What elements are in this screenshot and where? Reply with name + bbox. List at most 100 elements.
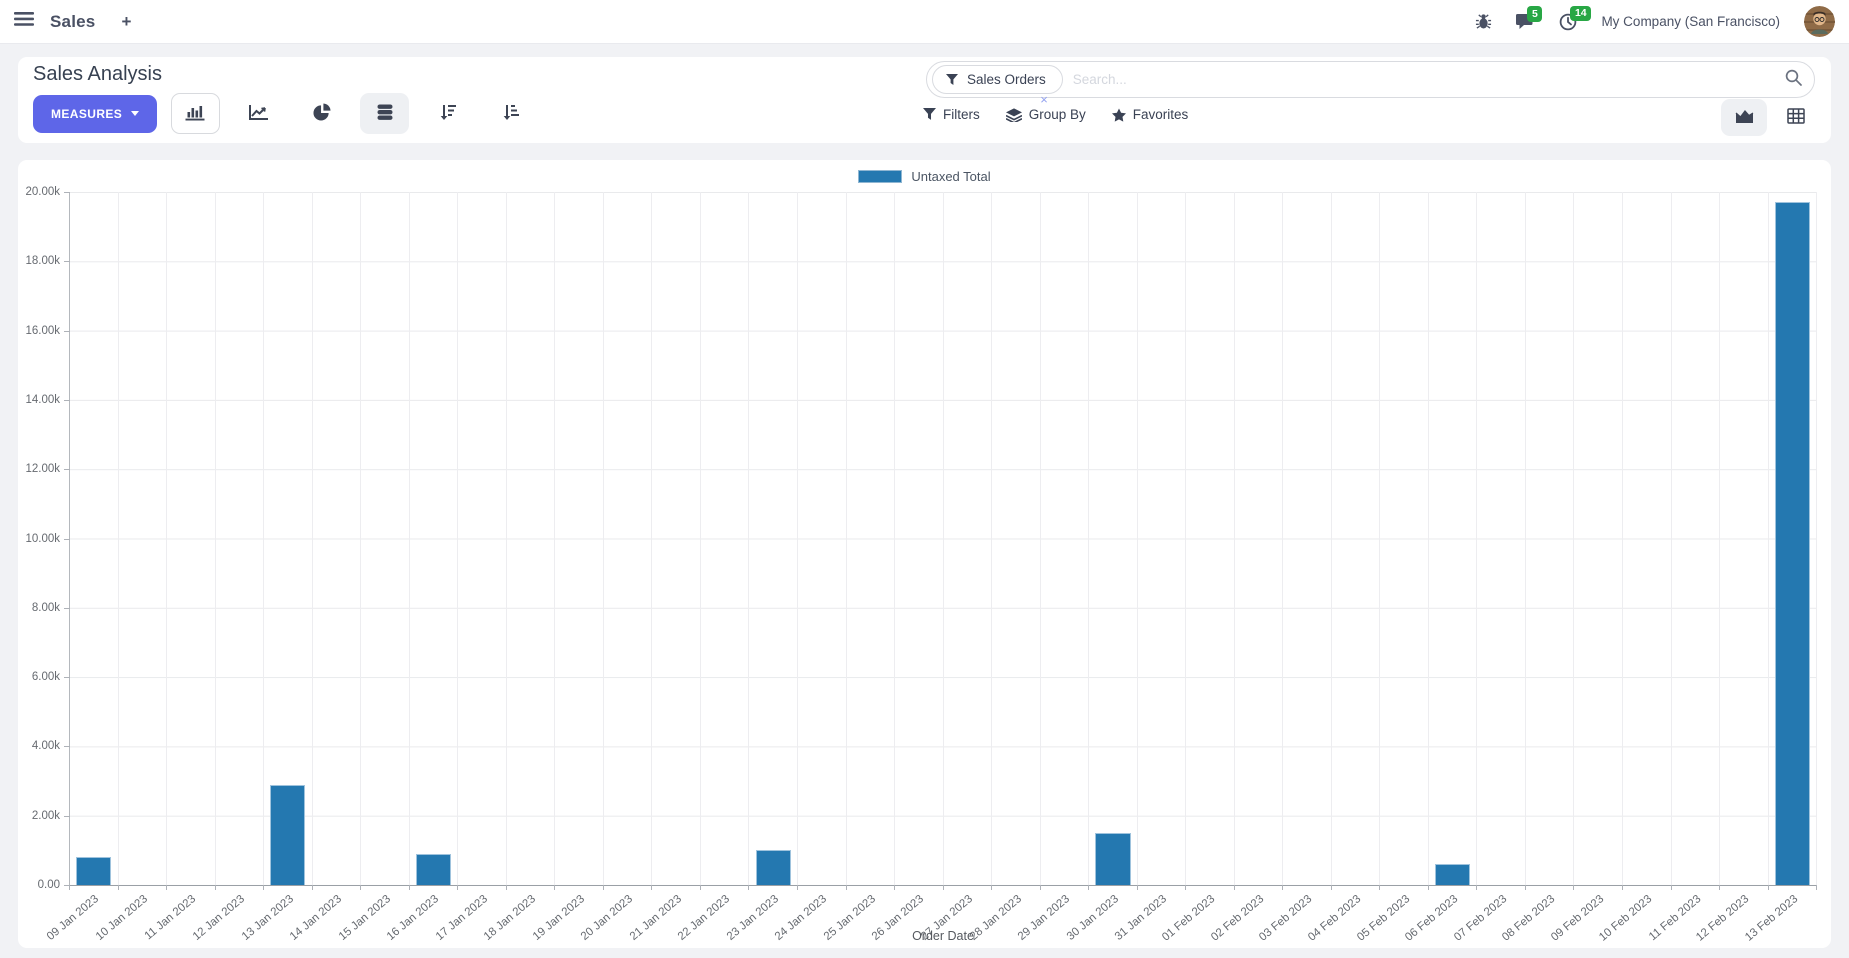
pie-chart-mode-button[interactable]: [297, 93, 346, 134]
sort-amount-asc-icon: [502, 104, 520, 123]
y-tick-mark: [64, 538, 70, 540]
search-options-row: Filters Group By Favorites: [923, 107, 1188, 122]
chart-card: Untaxed Total 09 Jan 2023 10 Jan 2023 11 J…: [18, 160, 1831, 948]
debug-bug-icon[interactable]: [1475, 13, 1492, 30]
category-cell: 09 Feb 2023: [1549, 192, 1623, 944]
category-cell: 16 Jan 2023: [385, 192, 459, 943]
company-switcher[interactable]: My Company (San Francisco): [1601, 14, 1780, 29]
category-cell: 28 Jan 2023: [967, 192, 1041, 943]
measures-button[interactable]: MEASURES: [33, 94, 158, 133]
y-tick-label: 6.00k: [31, 671, 60, 684]
messages-icon[interactable]: 5: [1516, 6, 1543, 30]
pivot-view-button[interactable]: [1773, 99, 1819, 136]
graph-view-button[interactable]: [1721, 99, 1767, 136]
user-avatar[interactable]: [1804, 6, 1835, 37]
bar-chart-icon: [185, 104, 206, 124]
bar[interactable]: [415, 853, 452, 885]
apps-menu-icon[interactable]: [14, 12, 34, 31]
activities-clock-icon[interactable]: 14: [1559, 5, 1592, 31]
category-cell: 10 Feb 2023: [1597, 192, 1672, 944]
category-cell: 30 Jan 2023: [1064, 192, 1138, 943]
facet-remove-icon[interactable]: ×: [1040, 92, 1048, 107]
activities-badge: 14: [1570, 5, 1592, 21]
search-bar[interactable]: Sales Orders ×: [926, 61, 1815, 107]
y-tick-mark: [64, 399, 70, 401]
filters-label: Filters: [943, 107, 980, 122]
category-cell: 03 Feb 2023: [1258, 192, 1332, 944]
legend-swatch: [858, 170, 903, 183]
legend-label: Untaxed Total: [911, 169, 991, 184]
line-chart-mode-button[interactable]: [234, 93, 283, 134]
y-tick-label: 4.00k: [31, 740, 60, 753]
category-cell: 15 Jan 2023: [336, 192, 410, 943]
new-tab-plus-icon[interactable]: +: [121, 12, 131, 32]
view-switcher: [1721, 99, 1819, 136]
messages-badge: 5: [1527, 6, 1543, 22]
top-navbar: Sales + 5 14 My Company (San Francisco): [0, 0, 1849, 44]
y-tick-mark: [64, 469, 70, 471]
y-tick-mark: [64, 607, 70, 609]
y-tick-mark: [64, 885, 70, 886]
y-tick-label: 12.00k: [25, 463, 60, 476]
category-cell: 24 Jan 2023: [773, 192, 847, 943]
y-tick-mark: [64, 815, 70, 817]
category-cell: 18 Jan 2023: [482, 192, 556, 943]
category-cell: 23 Jan 2023: [725, 192, 798, 943]
y-tick-mark: [64, 677, 70, 679]
category-cell: 26 Jan 2023: [870, 192, 944, 943]
favorites-button[interactable]: Favorites: [1111, 107, 1189, 122]
y-tick-mark: [64, 192, 70, 193]
table-grid-icon: [1787, 108, 1805, 127]
bar[interactable]: [1435, 864, 1471, 885]
layers-icon: [1005, 107, 1022, 122]
chevron-down-icon: [131, 111, 140, 116]
chart-legend[interactable]: Untaxed Total: [18, 169, 1831, 184]
database-icon: [376, 104, 394, 124]
filters-button[interactable]: Filters: [923, 107, 980, 122]
stacked-toggle-button[interactable]: [360, 93, 410, 134]
category-cell: 06 Feb 2023: [1403, 192, 1478, 944]
bar[interactable]: [1774, 202, 1810, 885]
category-cell: 25 Jan 2023: [822, 192, 896, 943]
y-tick-label: 8.00k: [31, 601, 60, 614]
bar[interactable]: [1095, 833, 1131, 885]
category-cell: 19 Jan 2023: [531, 192, 604, 943]
bar[interactable]: [755, 850, 791, 885]
bar-chart-mode-button[interactable]: [171, 93, 221, 134]
group-by-button[interactable]: Group By: [1005, 107, 1086, 122]
category-cell: 20 Jan 2023: [579, 192, 653, 943]
main-content: Sales Analysis MEASURES Sales Orders × S…: [0, 44, 1849, 948]
bar[interactable]: [76, 857, 112, 885]
category-cell: 27 Jan 2023: [919, 192, 993, 943]
category-cell: 08 Feb 2023: [1500, 192, 1575, 944]
measures-button-label: MEASURES: [51, 106, 123, 121]
category-cell: 04 Feb 2023: [1306, 192, 1381, 944]
y-tick-label: 18.00k: [25, 255, 60, 268]
category-cell: 17 Jan 2023: [434, 192, 507, 943]
bar[interactable]: [270, 784, 306, 885]
category-cell: 13 Jan 2023: [239, 192, 313, 943]
search-facet-sales-orders[interactable]: Sales Orders ×: [932, 65, 1063, 107]
line-chart-icon: [248, 104, 269, 123]
y-tick-label: 0.00: [37, 879, 60, 891]
category-cell: 07 Feb 2023: [1452, 192, 1526, 944]
sort-amount-desc-icon: [439, 104, 457, 123]
category-cells: 09 Jan 2023 10 Jan 2023 11 Jan 2023 12 Jan …: [45, 192, 1818, 944]
pie-chart-icon: [313, 103, 331, 124]
search-icon[interactable]: [1785, 69, 1802, 91]
category-cell: 13 Feb 2023: [1743, 192, 1818, 944]
category-cell: 22 Jan 2023: [676, 192, 750, 943]
category-cell: 29 Jan 2023: [1016, 192, 1090, 943]
x-axis-title: Order Date: [912, 929, 974, 943]
category-cell: 21 Jan 2023: [628, 192, 701, 943]
y-tick-label: 20.00k: [25, 186, 60, 198]
search-facet-label: Sales Orders: [967, 72, 1046, 87]
y-tick-mark: [64, 330, 70, 332]
plot-area: 09 Jan 2023 10 Jan 2023 11 Jan 2023 12 Jan …: [25, 186, 1818, 944]
sort-descending-button[interactable]: [423, 93, 472, 134]
favorites-label: Favorites: [1132, 107, 1189, 122]
filter-funnel-icon: [946, 73, 958, 85]
sort-ascending-button[interactable]: [486, 93, 535, 134]
search-input[interactable]: [1072, 72, 1785, 87]
app-name[interactable]: Sales: [50, 12, 95, 32]
